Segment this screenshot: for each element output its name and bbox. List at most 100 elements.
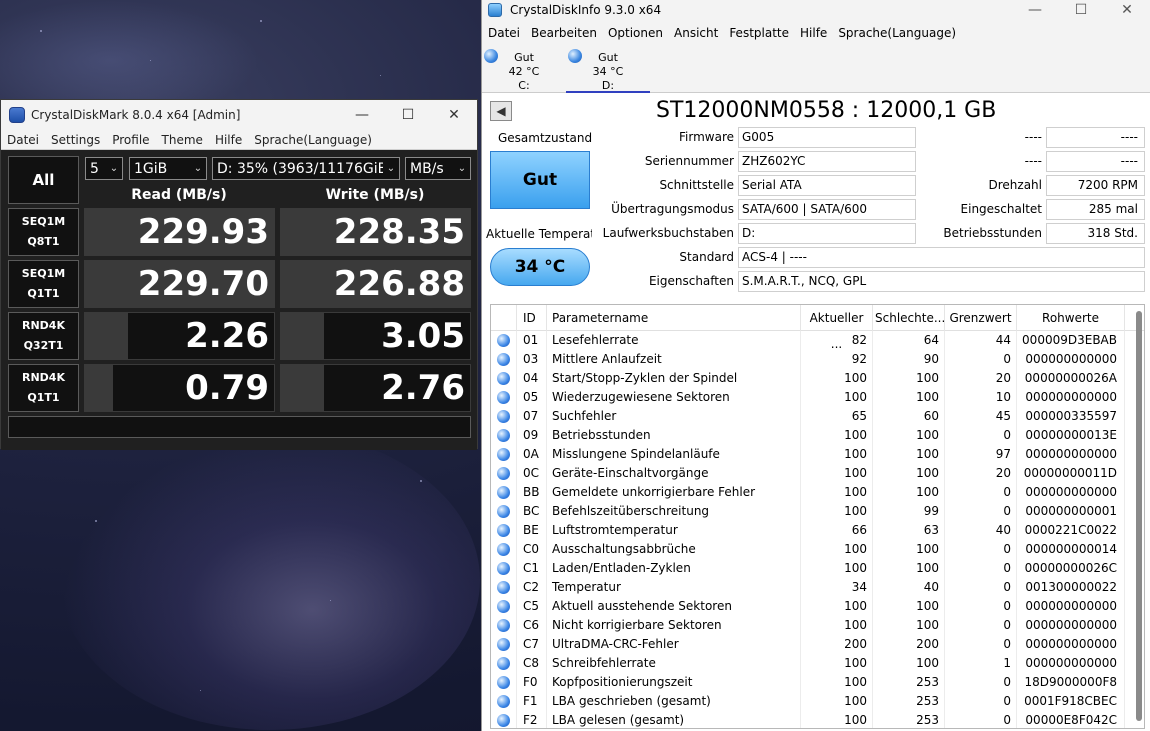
smart-name: Mittlere Anlaufzeit bbox=[547, 350, 801, 369]
health-status-button[interactable]: Gut bbox=[490, 151, 590, 209]
smart-current: 100 bbox=[801, 711, 873, 728]
smart-row[interactable]: BE Luftstromtemperatur 66 63 40 0000221C0022 bbox=[491, 521, 1144, 540]
column-header-id[interactable]: ID bbox=[517, 305, 547, 331]
smart-row[interactable]: F2 LBA gelesen (gesamt) 100 253 0 00000E8F042… bbox=[491, 711, 1144, 728]
cdm-menu-settings[interactable]: Settings bbox=[51, 133, 100, 147]
cdi-menu-language[interactable]: Sprache(Language) bbox=[838, 26, 956, 40]
serial-label: Seriennummer bbox=[644, 154, 734, 168]
drive-tabs: Gut 42 °C C: Gut 34 °C D: bbox=[482, 46, 1150, 93]
column-header-name[interactable]: Parametername bbox=[547, 305, 801, 331]
smart-row[interactable]: F1 LBA geschrieben (gesamt) 100 253 0 0001F91… bbox=[491, 692, 1144, 711]
smart-row[interactable]: C5 Aktuell ausstehende Sektoren 100 100 0 000… bbox=[491, 597, 1144, 616]
rnd4k-q1t1-button[interactable]: RND4K Q1T1 bbox=[8, 364, 79, 412]
smart-row[interactable]: C1 Laden/Entladen-Zyklen 100 100 0 0000000002… bbox=[491, 559, 1144, 578]
smart-status-icon bbox=[497, 505, 510, 518]
drive-tab-d[interactable]: Gut 34 °C D: bbox=[566, 46, 650, 93]
all-button[interactable]: All bbox=[8, 156, 79, 204]
smart-row[interactable]: BB Gemeldete unkorrigierbare Fehler 100 100… bbox=[491, 483, 1144, 502]
smart-row[interactable]: 05 Wiederzugewiesene Sektoren 100 100 10 0000… bbox=[491, 388, 1144, 407]
test-name: SEQ1M bbox=[21, 267, 66, 280]
cdi-menu-datei[interactable]: Datei bbox=[488, 26, 520, 40]
previous-drive-button[interactable]: ◀ bbox=[490, 101, 512, 121]
rnd4k-q32t1-button[interactable]: RND4K Q32T1 bbox=[8, 312, 79, 360]
maximize-icon[interactable]: ☐ bbox=[1058, 2, 1104, 18]
smart-status-icon bbox=[497, 676, 510, 689]
cdm-menu-datei[interactable]: Datei bbox=[7, 133, 39, 147]
smart-row[interactable]: BC Befehlszeitüberschreitung 100 99 0 0000000… bbox=[491, 502, 1144, 521]
smart-row[interactable]: 0A Misslungene Spindelanläufe 100 100 97 0000… bbox=[491, 445, 1144, 464]
seq1m-q8t1-button[interactable]: SEQ1M Q8T1 bbox=[8, 208, 79, 256]
smart-id: 04 bbox=[517, 369, 547, 388]
smart-name: Laden/Entladen-Zyklen bbox=[547, 559, 801, 578]
smart-current: 100 bbox=[801, 388, 873, 407]
smart-row[interactable]: C6 Nicht korrigierbare Sektoren 100 100 0 000… bbox=[491, 616, 1144, 635]
smart-row[interactable]: 01 Lesefehlerrate 82 64 44 000009D3EBAB bbox=[491, 331, 1144, 350]
drive-select[interactable]: D: 35% (3963/11176GiB) ⌄ bbox=[212, 157, 400, 180]
smart-status-cell bbox=[491, 426, 517, 445]
crystaldiskmark-app-icon bbox=[9, 107, 25, 123]
smart-current: 100 bbox=[801, 464, 873, 483]
read-value: 229.93 bbox=[137, 212, 269, 252]
cdm-menu-profile[interactable]: Profile bbox=[112, 133, 149, 147]
smart-status-icon bbox=[497, 562, 510, 575]
read-value: 229.70 bbox=[137, 264, 269, 304]
cdi-menu-hilfe[interactable]: Hilfe bbox=[800, 26, 827, 40]
smart-id: C1 bbox=[517, 559, 547, 578]
status-column-header[interactable] bbox=[491, 305, 517, 331]
test-count-select[interactable]: 5 ⌄ bbox=[85, 157, 123, 180]
test-size-select[interactable]: 1GiB ⌄ bbox=[129, 157, 207, 180]
column-header-raw[interactable]: Rohwerte bbox=[1017, 305, 1125, 331]
smart-row[interactable]: 03 Mittlere Anlaufzeit 92 90 0 000000000000 bbox=[491, 350, 1144, 369]
column-header-threshold[interactable]: Grenzwert bbox=[945, 305, 1017, 331]
smart-row[interactable]: F0 Kopfpositionierungszeit 100 253 0 18D90000… bbox=[491, 673, 1144, 692]
smart-row[interactable]: 07 Suchfehler 65 60 45 000000335597 bbox=[491, 407, 1144, 426]
cdm-menu-hilfe[interactable]: Hilfe bbox=[215, 133, 242, 147]
drive-value: D: 35% (3963/11176GiB) bbox=[217, 160, 393, 177]
result-fill-bar bbox=[281, 313, 325, 359]
cdm-menu-language[interactable]: Sprache(Language) bbox=[254, 133, 372, 147]
smart-worst: 100 bbox=[873, 464, 945, 483]
minimize-icon[interactable]: — bbox=[339, 107, 385, 123]
cdi-menu-festplatte[interactable]: Festplatte bbox=[729, 26, 789, 40]
cdi-menubar: Datei Bearbeiten Optionen Ansicht Festpl… bbox=[482, 20, 1150, 46]
smart-row[interactable]: C7 UltraDMA-CRC-Fehler 200 200 0 000000000000 bbox=[491, 635, 1144, 654]
features-value: S.M.A.R.T., NCQ, GPL bbox=[738, 271, 1145, 292]
smart-name: Betriebsstunden bbox=[547, 426, 801, 445]
minimize-icon[interactable]: — bbox=[1012, 2, 1058, 18]
temperature-button[interactable]: 34 °C bbox=[490, 248, 590, 286]
smart-raw: 000000000000 bbox=[1017, 350, 1125, 369]
smart-worst: 63 bbox=[873, 521, 945, 540]
column-header-worst[interactable]: Schlechte... bbox=[873, 305, 945, 331]
smart-row[interactable]: 0C Geräte-Einschaltvorgänge 100 100 20 000000… bbox=[491, 464, 1144, 483]
close-icon[interactable]: ✕ bbox=[1104, 2, 1150, 18]
seq1m-q1t1-button[interactable]: SEQ1M Q1T1 bbox=[8, 260, 79, 308]
cdm-menu-theme[interactable]: Theme bbox=[162, 133, 203, 147]
smart-row[interactable]: 04 Start/Stopp-Zyklen der Spindel 100 100 20… bbox=[491, 369, 1144, 388]
vertical-scrollbar[interactable] bbox=[1136, 311, 1142, 721]
smart-name: Gemeldete unkorrigierbare Fehler bbox=[547, 483, 801, 502]
maximize-icon[interactable]: ☐ bbox=[385, 107, 431, 123]
smart-worst: 100 bbox=[873, 445, 945, 464]
smart-status-cell bbox=[491, 331, 517, 350]
smart-status-icon bbox=[497, 353, 510, 366]
smart-row[interactable]: C2 Temperatur 34 40 0 001300000022 bbox=[491, 578, 1144, 597]
column-header-current[interactable]: Aktueller ... bbox=[801, 305, 873, 351]
drive-tab-c[interactable]: Gut 42 °C C: bbox=[482, 46, 566, 93]
smart-name: Suchfehler bbox=[547, 407, 801, 426]
unit-select[interactable]: MB/s ⌄ bbox=[405, 157, 471, 180]
smart-row[interactable]: 09 Betriebsstunden 100 100 0 00000000013E bbox=[491, 426, 1144, 445]
cdm-comment-field[interactable] bbox=[8, 416, 471, 438]
cdi-titlebar: CrystalDiskInfo 9.3.0 x64 — ☐ ✕ bbox=[482, 0, 1150, 20]
chevron-down-icon: ⌄ bbox=[454, 158, 470, 179]
smart-raw: 000000000000 bbox=[1017, 654, 1125, 673]
cdi-menu-bearbeiten[interactable]: Bearbeiten bbox=[531, 26, 597, 40]
smart-row[interactable]: C0 Ausschaltungsabbrüche 100 100 0 0000000000… bbox=[491, 540, 1144, 559]
smart-raw: 00000000013E bbox=[1017, 426, 1125, 445]
smart-status-icon bbox=[497, 391, 510, 404]
cdm-menubar: Datei Settings Profile Theme Hilfe Sprac… bbox=[1, 130, 477, 150]
smart-name: Temperatur bbox=[547, 578, 801, 597]
cdi-menu-ansicht[interactable]: Ansicht bbox=[674, 26, 718, 40]
cdi-menu-optionen[interactable]: Optionen bbox=[608, 26, 663, 40]
smart-row[interactable]: C8 Schreibfehlerrate 100 100 1 000000000000 bbox=[491, 654, 1144, 673]
close-icon[interactable]: ✕ bbox=[431, 107, 477, 123]
